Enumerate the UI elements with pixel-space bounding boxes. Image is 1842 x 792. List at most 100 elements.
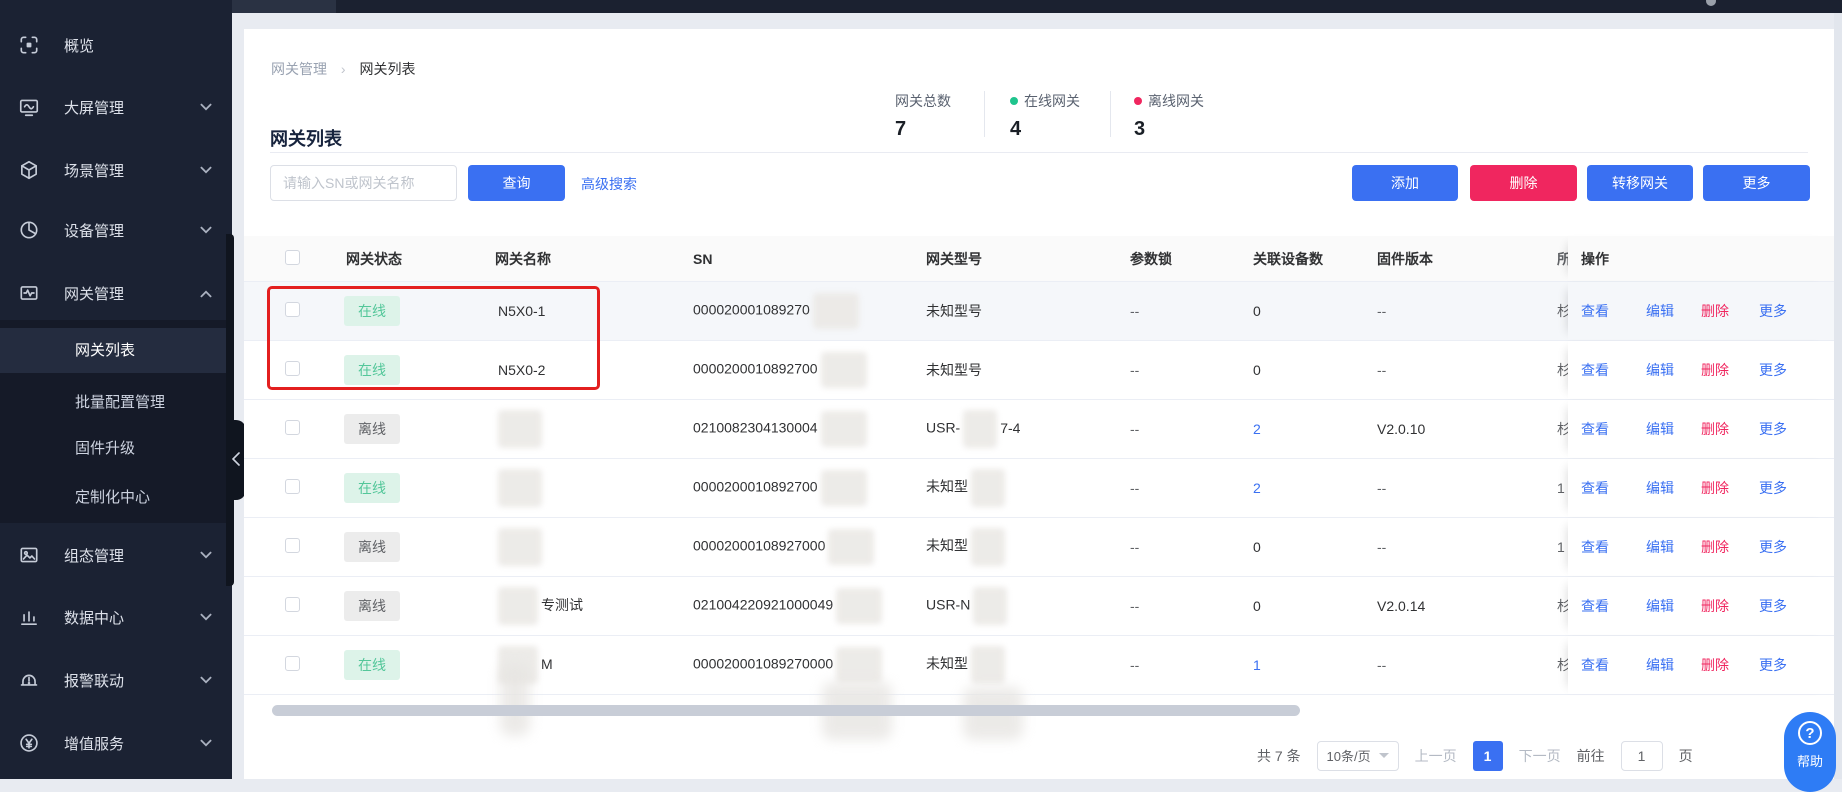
breadcrumb-current: 网关列表 xyxy=(359,61,415,77)
sidebar-item-label: 组态管理 xyxy=(64,545,124,566)
delete-link[interactable]: 删除 xyxy=(1701,655,1729,675)
sidebar-item-device[interactable]: 设备管理 xyxy=(0,205,232,255)
row-checkbox[interactable] xyxy=(285,538,300,553)
goto-page-input[interactable] xyxy=(1621,741,1663,771)
row-checkbox[interactable] xyxy=(285,479,300,494)
view-link[interactable]: 查看 xyxy=(1581,537,1609,557)
user-avatar[interactable] xyxy=(1706,0,1716,6)
edit-link[interactable]: 编辑 xyxy=(1646,360,1674,380)
view-link[interactable]: 查看 xyxy=(1581,301,1609,321)
sidebar-item-label: 概览 xyxy=(64,35,94,56)
delete-link[interactable]: 删除 xyxy=(1701,596,1729,616)
edit-link[interactable]: 编辑 xyxy=(1646,478,1674,498)
gateway-sn-cell: 000020001089270 xyxy=(693,293,859,329)
sidebar-item-label: 场景管理 xyxy=(64,160,124,181)
sidebar-item-value-service[interactable]: 增值服务 xyxy=(0,718,232,768)
transfer-gateway-button[interactable]: 转移网关 xyxy=(1587,165,1693,201)
status-badge: 离线 xyxy=(344,591,400,621)
device-count-link[interactable]: 1 xyxy=(1253,657,1261,673)
sidebar-collapse-handle[interactable] xyxy=(226,420,246,500)
sidebar-item-alarm[interactable]: 报警联动 xyxy=(0,655,232,705)
sidebar-subitem-2[interactable]: 固件升级 xyxy=(0,426,232,471)
more-link[interactable]: 更多 xyxy=(1759,301,1787,321)
annotation-highlight-box xyxy=(267,286,600,390)
sidebar-item-bigscreen[interactable]: 大屏管理 xyxy=(0,82,232,132)
more-link[interactable]: 更多 xyxy=(1759,419,1787,439)
edit-link[interactable]: 编辑 xyxy=(1646,301,1674,321)
gateway-name-cell: 专测试 xyxy=(495,587,583,625)
more-link[interactable]: 更多 xyxy=(1759,360,1787,380)
chevron-down-icon xyxy=(200,609,212,626)
sidebar-item-gateway[interactable]: 网关管理 xyxy=(0,268,232,318)
device-count-link[interactable]: 2 xyxy=(1253,480,1261,496)
search-input[interactable] xyxy=(270,165,457,201)
delete-link[interactable]: 删除 xyxy=(1701,478,1729,498)
page-number-1[interactable]: 1 xyxy=(1473,741,1503,771)
device-count: 0 xyxy=(1253,598,1261,614)
next-page-button[interactable]: 下一页 xyxy=(1519,746,1561,766)
chevron-down-icon xyxy=(200,162,212,179)
sidebar-item-overview[interactable]: 概览 xyxy=(0,20,232,70)
gateway-sn: 000020001089270000 xyxy=(693,656,833,672)
edit-link[interactable]: 编辑 xyxy=(1646,537,1674,557)
view-link[interactable]: 查看 xyxy=(1581,419,1609,439)
sidebar-item-configuration[interactable]: 组态管理 xyxy=(0,530,232,580)
top-navbar xyxy=(232,0,1842,13)
more-link[interactable]: 更多 xyxy=(1759,478,1787,498)
page-size-select[interactable]: 10条/页 xyxy=(1317,741,1399,771)
row-actions-panel: 查看 编辑 删除 更多 xyxy=(1568,518,1834,576)
edit-link[interactable]: 编辑 xyxy=(1646,596,1674,616)
view-link[interactable]: 查看 xyxy=(1581,596,1609,616)
main-content-card: 网关管理 › 网关列表 网关列表 网关总数 7 在线网关 4 离线网关 3 查询… xyxy=(244,29,1834,779)
more-link[interactable]: 更多 xyxy=(1759,537,1787,557)
delete-link[interactable]: 删除 xyxy=(1701,537,1729,557)
search-button[interactable]: 查询 xyxy=(468,165,565,201)
device-count-link[interactable]: 2 xyxy=(1253,421,1261,437)
chevron-down-icon xyxy=(200,672,212,689)
delete-button[interactable]: 删除 xyxy=(1470,165,1577,201)
view-link[interactable]: 查看 xyxy=(1581,478,1609,498)
table-header-row: 网关状态 网关名称 SN 网关型号 参数锁 关联设备数 固件版本 所 操作 xyxy=(244,236,1834,282)
row-checkbox[interactable] xyxy=(285,420,300,435)
sidebar-subitem-1[interactable]: 批量配置管理 xyxy=(0,380,232,425)
sidebar-subitem-3[interactable]: 定制化中心 xyxy=(0,475,232,520)
row-checkbox[interactable] xyxy=(285,656,300,671)
more-link[interactable]: 更多 xyxy=(1759,596,1787,616)
more-button[interactable]: 更多 xyxy=(1703,165,1810,201)
device-count-cell[interactable]: 1 xyxy=(1253,657,1261,673)
sidebar-item-datacenter[interactable]: 数据中心 xyxy=(0,592,232,642)
horizontal-scrollbar[interactable] xyxy=(272,705,1300,716)
row-checkbox[interactable] xyxy=(285,597,300,612)
scene-icon xyxy=(18,159,40,181)
sidebar-item-scene[interactable]: 场景管理 xyxy=(0,145,232,195)
hidden-column-sliver: 杉 xyxy=(1557,655,1568,675)
help-button[interactable]: ? 帮助 xyxy=(1784,712,1836,792)
view-link[interactable]: 查看 xyxy=(1581,655,1609,675)
gateway-sn: 000020001089270 xyxy=(693,302,810,318)
delete-link[interactable]: 删除 xyxy=(1701,360,1729,380)
device-count-cell[interactable]: 2 xyxy=(1253,421,1261,437)
row-actions-panel: 查看 编辑 删除 更多 xyxy=(1568,459,1834,517)
gateway-model-cell: 未知型 xyxy=(926,528,1005,566)
configuration-icon xyxy=(18,544,40,566)
select-all-checkbox[interactable] xyxy=(285,250,300,265)
breadcrumb-parent[interactable]: 网关管理 xyxy=(271,61,327,77)
delete-link[interactable]: 删除 xyxy=(1701,419,1729,439)
sidebar-subitem-0[interactable]: 网关列表 xyxy=(0,328,232,373)
censor-blur xyxy=(971,469,1005,507)
add-button[interactable]: 添加 xyxy=(1352,165,1458,201)
more-link[interactable]: 更多 xyxy=(1759,655,1787,675)
firmware-cell: -- xyxy=(1377,480,1386,496)
view-link[interactable]: 查看 xyxy=(1581,360,1609,380)
delete-link[interactable]: 删除 xyxy=(1701,301,1729,321)
device-count-cell: 0 xyxy=(1253,539,1261,555)
edit-link[interactable]: 编辑 xyxy=(1646,419,1674,439)
device-count: 0 xyxy=(1253,362,1261,378)
topbar-active-tab[interactable] xyxy=(232,0,336,13)
edit-link[interactable]: 编辑 xyxy=(1646,655,1674,675)
device-count-cell[interactable]: 2 xyxy=(1253,480,1261,496)
advanced-search-link[interactable]: 高级搜索 xyxy=(581,174,637,194)
header-param-lock: 参数锁 xyxy=(1130,249,1172,269)
gateway-sn-cell: 0000200010892700 xyxy=(693,352,867,388)
prev-page-button[interactable]: 上一页 xyxy=(1415,746,1457,766)
